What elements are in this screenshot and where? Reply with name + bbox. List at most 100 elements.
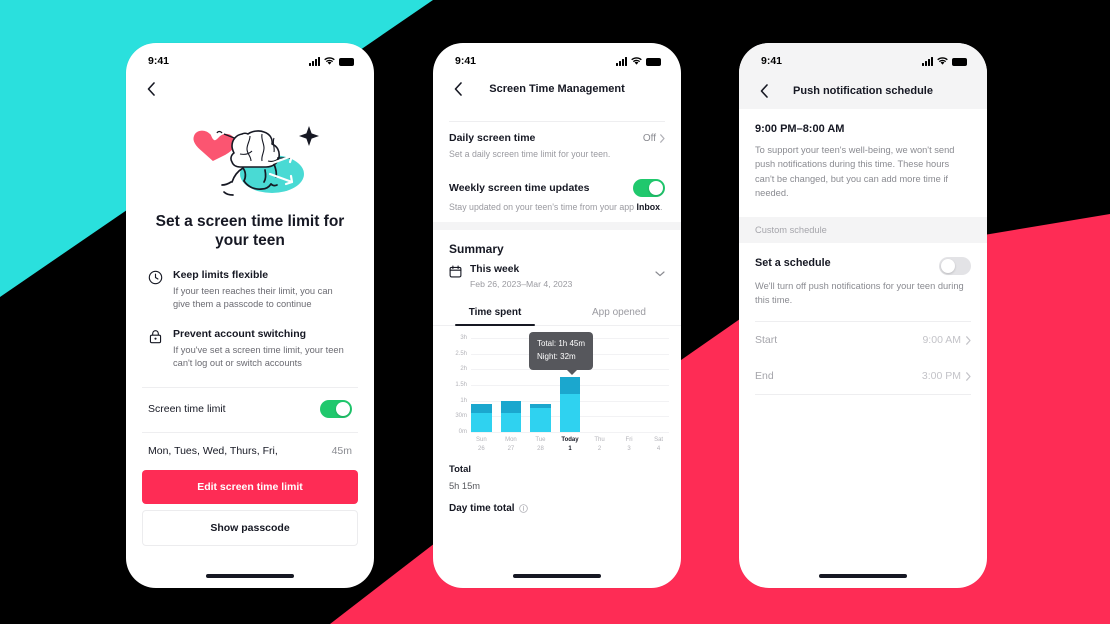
- start-value: 9:00 AM: [922, 334, 961, 347]
- quiet-hours-block: 9:00 PM–8:00 AM To support your teen's w…: [739, 109, 987, 217]
- start-value-group[interactable]: 9:00 AM: [922, 334, 971, 346]
- chart-bar-fri[interactable]: [619, 338, 640, 432]
- total-heading: Total: [449, 464, 471, 475]
- setting-value-group[interactable]: Off: [643, 133, 665, 144]
- chart-gridline: [471, 432, 669, 433]
- chart-bar-sat[interactable]: [648, 338, 669, 432]
- chevron-left-icon: [147, 82, 155, 96]
- setting-daily-screen-time[interactable]: Daily screen time Off Set a daily screen…: [433, 122, 681, 169]
- back-button[interactable]: [142, 80, 160, 98]
- end-value-group[interactable]: 3:00 PM: [922, 370, 971, 382]
- schedule-row-weekdays[interactable]: Mon, Tues, Wed, Thurs, Fri, 45m: [126, 433, 374, 469]
- running-brain-illustration: [193, 125, 319, 196]
- battery-icon: [339, 57, 354, 66]
- show-passcode-button[interactable]: Show passcode: [142, 510, 358, 546]
- bar-segment-night: [559, 377, 581, 394]
- totals-section: Total 5h 15m Day time total: [433, 454, 681, 514]
- hero-illustration: [126, 105, 374, 210]
- lock-icon: [148, 328, 163, 371]
- setting-title: Weekly screen time updates: [449, 182, 590, 194]
- setting-subtitle: Stay updated on your teen's time from yo…: [449, 202, 665, 218]
- tab-time-spent[interactable]: Time spent: [433, 301, 557, 326]
- setting-value: Off: [642, 132, 656, 144]
- feature-heading: Keep limits flexible: [173, 268, 269, 281]
- calendar-icon: [449, 265, 462, 283]
- total-value: 5h 15m: [449, 481, 481, 491]
- chevron-down-icon[interactable]: [655, 264, 665, 282]
- back-button[interactable]: [449, 80, 467, 98]
- home-indicator: [206, 574, 294, 578]
- cellular-signal-icon: [922, 56, 933, 66]
- feature-item-keep-limits-flexible: Keep limits flexible If your teen reache…: [148, 269, 352, 312]
- battery-icon: [646, 57, 661, 66]
- nav-title: Screen Time Management: [489, 83, 625, 95]
- row-label: Mon, Tues, Wed, Thurs, Fri,: [148, 444, 278, 457]
- start-time-row[interactable]: Start 9:00 AM: [739, 322, 987, 358]
- screen-time-limit-toggle[interactable]: [320, 399, 352, 418]
- chart-y-axis-tick: 2h: [460, 366, 467, 373]
- chart-x-label: Mon 27: [505, 437, 517, 452]
- chart-x-axis-labels: Sun 26 Mon 27 Tue 28 Today 1 Thu 2 Fri 3 Sat 4: [471, 436, 669, 454]
- chart-tooltip: Total: 1h 45m Night: 32m: [529, 332, 594, 375]
- tab-app-opened[interactable]: App opened: [557, 301, 681, 325]
- set-a-schedule-toggle[interactable]: [939, 256, 971, 275]
- bar-segment-day: [471, 412, 492, 432]
- setting-subtitle: Set a daily screen time limit for your t…: [449, 149, 611, 159]
- chart-y-axis-tick: 3h: [460, 335, 467, 341]
- section-separator: [433, 222, 681, 230]
- status-bar: 9:41: [433, 43, 681, 73]
- phone-screen-screen-time-limit: 9:41 Set a screen time limit for your te…: [126, 43, 374, 588]
- feature-item-prevent-account-switching: Prevent account switching If you've set …: [148, 328, 352, 371]
- weekly-updates-toggle[interactable]: [633, 179, 665, 197]
- end-time-row[interactable]: End 3:00 PM: [739, 358, 987, 394]
- chevron-right-icon: [966, 372, 971, 381]
- week-range: Feb 26, 2023–Mar 4, 2023: [470, 279, 573, 289]
- home-indicator: [819, 574, 907, 578]
- tooltip-total: Total: 1h 45m: [537, 339, 586, 348]
- day-time-total-label: Day time total: [449, 503, 515, 514]
- screen-time-limit-toggle-row[interactable]: Screen time limit: [126, 388, 374, 430]
- summary-heading: Summary: [449, 242, 504, 256]
- status-bar-icons: [616, 56, 661, 66]
- edit-screen-time-limit-button[interactable]: Edit screen time limit: [142, 470, 358, 504]
- feature-heading: Prevent account switching: [173, 327, 307, 340]
- info-icon: [518, 504, 528, 513]
- wifi-icon: [324, 56, 335, 65]
- chart-bar-mon[interactable]: [500, 338, 522, 432]
- home-indicator: [513, 574, 601, 578]
- row-value: 45m: [331, 444, 352, 457]
- wifi-icon: [937, 56, 948, 65]
- time-spent-chart: 3h 2.5h 2h 1.5h 1h 30m 0m Sun 26 Mon 27 Tue 28 Today 1…: [433, 326, 681, 454]
- bar-segment-night: [471, 403, 492, 413]
- set-a-schedule-row[interactable]: Set a schedule: [739, 243, 987, 279]
- chart-bar-sun[interactable]: [471, 338, 492, 432]
- start-label: Start: [755, 334, 778, 347]
- bar-segment-night: [500, 400, 522, 414]
- cellular-signal-icon: [309, 56, 320, 66]
- subtitle-inbox-link[interactable]: Inbox: [637, 202, 660, 212]
- feature-list: Keep limits flexible If your teen reache…: [126, 251, 374, 371]
- cellular-signal-icon: [616, 56, 627, 66]
- action-buttons: Edit screen time limit Show passcode: [126, 470, 374, 546]
- status-bar-time: 9:41: [761, 55, 783, 67]
- status-bar: 9:41: [126, 43, 374, 73]
- back-button[interactable]: [755, 82, 773, 100]
- page-title: Set a screen time limit for your teen: [155, 213, 345, 250]
- chart-x-label: Sun 26: [476, 437, 487, 452]
- divider: [755, 394, 971, 396]
- status-bar-time: 9:41: [455, 55, 477, 67]
- feature-body: If your teen reaches their limit, you ca…: [173, 285, 333, 310]
- status-bar-icons: [309, 56, 354, 66]
- week-selector[interactable]: This week Feb 26, 2023–Mar 4, 2023: [433, 264, 681, 291]
- tooltip-night: Night: 32m: [537, 351, 576, 361]
- subtitle-pre: Stay updated on your teen's time from yo…: [449, 202, 637, 212]
- setting-weekly-screen-time-updates[interactable]: Weekly screen time updates Stay updated …: [433, 169, 681, 222]
- chevron-left-icon: [760, 84, 768, 98]
- quiet-hours-description: To support your teen's well-being, we wo…: [755, 145, 955, 199]
- phone-screen-screen-time-management: 9:41 Screen Time Management Daily screen…: [433, 43, 681, 588]
- chevron-left-icon: [454, 82, 462, 96]
- day-time-total-row[interactable]: Day time total: [449, 503, 665, 514]
- chart-y-axis-tick: 1h: [460, 397, 467, 404]
- status-bar-time: 9:41: [148, 55, 170, 67]
- chart-y-axis-tick: 2.5h: [455, 350, 467, 357]
